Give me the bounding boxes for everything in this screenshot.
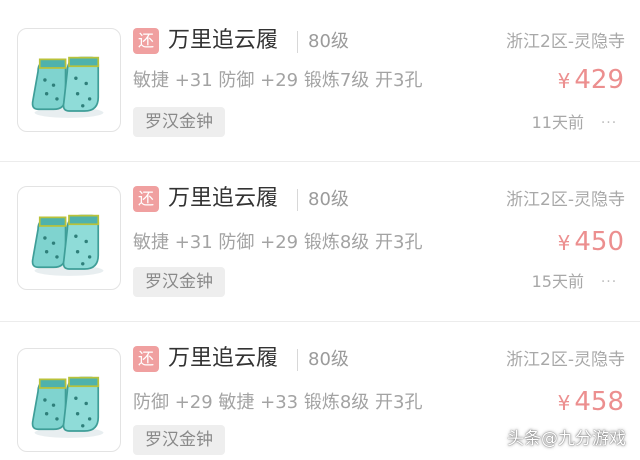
name-divider	[297, 189, 298, 211]
price-value: 458	[574, 387, 624, 417]
school-tag: 罗汉金钟	[133, 267, 225, 297]
boots-item-icon	[31, 56, 104, 118]
more-icon[interactable]: ···	[596, 112, 622, 134]
return-tag: 还	[133, 186, 159, 212]
listing-time: 11天前	[531, 113, 584, 132]
item-thumbnail[interactable]	[17, 348, 121, 452]
item-level: 80级	[308, 349, 349, 370]
school-tag: 罗汉金钟	[133, 107, 225, 137]
server-name: 浙江2区-灵隐寺	[506, 350, 625, 370]
currency-symbol: ¥	[557, 231, 571, 255]
watermark: 头条@九分游戏	[507, 429, 626, 449]
item-level: 80级	[308, 189, 349, 210]
currency-symbol: ¥	[557, 69, 571, 93]
item-price: ¥450	[558, 226, 624, 259]
price-value: 450	[574, 227, 624, 257]
return-tag: 还	[133, 28, 159, 54]
boots-item-icon	[31, 214, 104, 276]
list-item[interactable]: 还 万里追云履 80级 浙江2区-灵隐寺 敏捷 +31 防御 +29 锻炼7级 …	[0, 0, 640, 160]
item-name: 万里追云履	[168, 346, 279, 371]
server-name: 浙江2区-灵隐寺	[506, 32, 625, 52]
more-icon[interactable]: ···	[596, 271, 622, 293]
name-divider	[297, 349, 298, 371]
listing-list: 还 万里追云履 80级 浙江2区-灵隐寺 敏捷 +31 防御 +29 锻炼7级 …	[0, 0, 640, 460]
item-price: ¥458	[558, 386, 624, 419]
boots-item-icon	[31, 376, 104, 438]
item-price: ¥429	[558, 64, 624, 97]
item-thumbnail[interactable]	[17, 28, 121, 132]
item-thumbnail[interactable]	[17, 186, 121, 290]
listing-time: 15天前	[531, 272, 584, 291]
item-stats: 敏捷 +31 防御 +29 锻炼7级 开3孔	[133, 70, 423, 91]
item-stats: 防御 +29 敏捷 +33 锻炼8级 开3孔	[133, 392, 423, 413]
item-stats: 敏捷 +31 防御 +29 锻炼8级 开3孔	[133, 232, 423, 253]
server-name: 浙江2区-灵隐寺	[506, 190, 625, 210]
currency-symbol: ¥	[557, 391, 571, 415]
return-tag: 还	[133, 346, 159, 372]
name-divider	[297, 31, 298, 53]
price-value: 429	[574, 65, 624, 95]
school-tag: 罗汉金钟	[133, 425, 225, 455]
item-name: 万里追云履	[168, 28, 279, 53]
list-item[interactable]: 还 万里追云履 80级 浙江2区-灵隐寺 敏捷 +31 防御 +29 锻炼8级 …	[0, 160, 640, 320]
item-name: 万里追云履	[168, 186, 279, 211]
item-level: 80级	[308, 31, 349, 52]
